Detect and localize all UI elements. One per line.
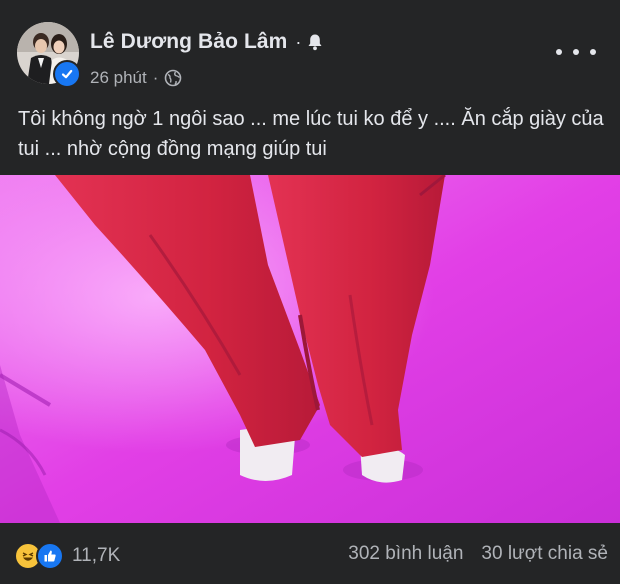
verified-badge-icon xyxy=(53,60,81,88)
globe-icon xyxy=(164,69,182,87)
more-dot xyxy=(556,49,562,55)
post-time[interactable]: 26 phút xyxy=(90,68,147,88)
author-row: Lê Dương Bảo Lâm · xyxy=(90,30,323,54)
post-meta: 26 phút · xyxy=(90,68,182,88)
post-video[interactable] xyxy=(0,175,620,523)
bell-icon[interactable] xyxy=(307,33,323,51)
engagement-stats: 302 bình luận 30 lượt chia sẻ xyxy=(348,543,608,565)
author-name[interactable]: Lê Dương Bảo Lâm xyxy=(90,30,287,54)
reaction-count[interactable]: 11,7K xyxy=(72,545,120,567)
meta-separator: · xyxy=(152,68,159,87)
post-caption: Tôi không ngờ 1 ngôi sao ... me lúc tui … xyxy=(18,108,604,160)
post-footer: 11,7K 302 bình luận 30 lượt chia sẻ xyxy=(0,523,620,584)
name-separator: · xyxy=(295,31,302,52)
more-dot xyxy=(573,49,579,55)
shares-count[interactable]: 30 lượt chia sẻ xyxy=(481,543,608,565)
reactions-summary[interactable]: 11,7K xyxy=(14,542,120,570)
post-header: Lê Dương Bảo Lâm · 26 phút · xyxy=(0,0,620,100)
more-dot xyxy=(590,49,596,55)
comments-count[interactable]: 302 bình luận xyxy=(348,543,463,565)
like-reaction-icon xyxy=(36,542,64,570)
more-options-icon[interactable] xyxy=(556,42,596,62)
